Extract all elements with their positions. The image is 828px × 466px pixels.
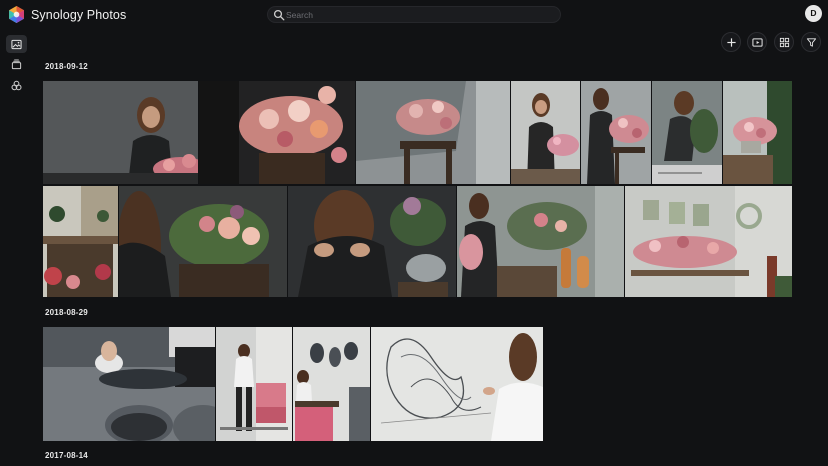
sidebar-item-shared[interactable] <box>6 76 27 94</box>
photo-thumbnail[interactable] <box>43 81 198 184</box>
search-input[interactable] <box>286 8 546 21</box>
add-icon <box>726 37 736 47</box>
add-button[interactable] <box>721 32 741 52</box>
album-icon <box>11 59 22 69</box>
sidebar-item-albums[interactable] <box>6 55 27 73</box>
shared-space-icon <box>11 80 22 90</box>
photo-thumbnail[interactable] <box>293 327 370 441</box>
slideshow-button[interactable] <box>747 32 767 52</box>
photo-thumbnail[interactable] <box>119 186 287 297</box>
grid-view-icon <box>779 37 789 47</box>
view-mode-button[interactable] <box>774 32 794 52</box>
sidebar <box>0 30 34 466</box>
photo-thumbnail[interactable] <box>581 81 651 184</box>
filter-button[interactable] <box>801 32 821 52</box>
photo-thumbnail[interactable] <box>356 81 510 184</box>
date-heading: 2018-08-29 <box>45 308 88 317</box>
photo-thumbnail[interactable] <box>511 81 580 184</box>
photo-thumbnail[interactable] <box>43 186 118 297</box>
sidebar-item-photos[interactable] <box>6 35 27 53</box>
slideshow-icon <box>751 37 763 47</box>
synology-photos-logo-icon[interactable] <box>7 5 26 24</box>
photo-thumbnail[interactable] <box>199 81 355 184</box>
app-title: Synology Photos <box>31 8 127 22</box>
photo-thumbnail[interactable] <box>216 327 292 441</box>
user-avatar[interactable]: D <box>805 5 822 22</box>
filter-icon <box>806 37 816 47</box>
photo-thumbnail[interactable] <box>371 327 543 441</box>
search-bar[interactable] <box>267 6 561 23</box>
photos-icon <box>11 39 22 49</box>
photo-thumbnail[interactable] <box>288 186 456 297</box>
date-heading: 2017-08-14 <box>45 451 88 460</box>
photo-thumbnail[interactable] <box>43 327 215 441</box>
search-icon <box>273 9 285 21</box>
date-heading: 2018-09-12 <box>45 62 88 71</box>
photo-thumbnail[interactable] <box>723 81 792 184</box>
photo-thumbnail[interactable] <box>652 81 722 184</box>
top-bar: Synology Photos D <box>0 0 828 30</box>
photo-thumbnail[interactable] <box>625 186 792 297</box>
photo-thumbnail[interactable] <box>457 186 624 297</box>
